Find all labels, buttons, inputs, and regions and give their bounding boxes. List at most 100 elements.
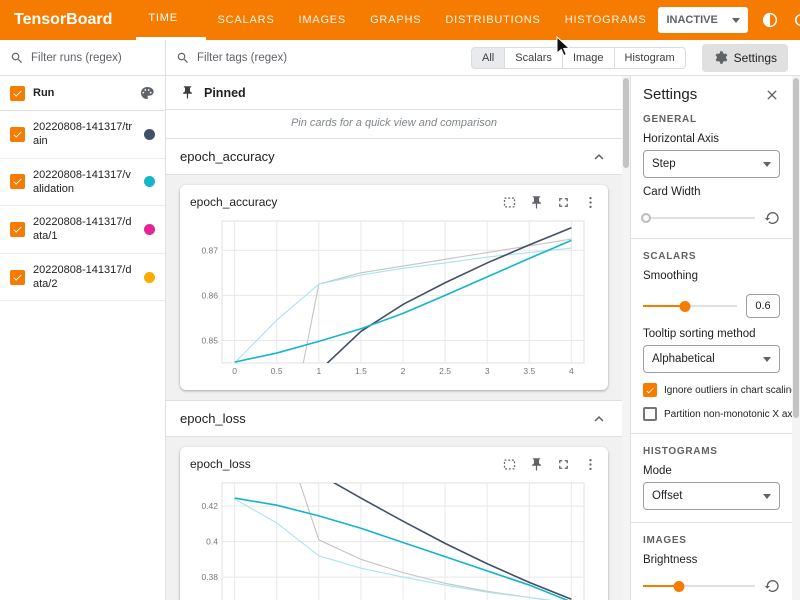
section-header-epoch-loss[interactable]: epoch_loss [166, 401, 622, 437]
run-checkbox[interactable] [10, 174, 25, 189]
chip-all[interactable]: All [471, 47, 505, 69]
divider [631, 433, 792, 434]
fit-domain-icon[interactable] [502, 457, 517, 472]
svg-text:2.5: 2.5 [439, 366, 451, 376]
pinned-title: Pinned [204, 86, 246, 100]
slider-thumb[interactable] [680, 301, 691, 312]
run-checkbox[interactable] [10, 222, 25, 237]
top-bar: TensorBoard TIME SERIES SCALARS IMAGES G… [0, 0, 800, 40]
section-header-epoch-accuracy[interactable]: epoch_accuracy [166, 139, 622, 175]
svg-text:1: 1 [316, 366, 321, 376]
tab-distributions[interactable]: DISTRIBUTIONS [433, 0, 552, 40]
histogram-mode-value: Offset [652, 490, 682, 502]
tags-filter-input[interactable]: Filter tags (regex) [176, 40, 459, 76]
gear-icon [713, 50, 728, 65]
fit-domain-icon[interactable] [502, 195, 517, 210]
svg-text:1.5: 1.5 [355, 366, 367, 376]
partition-x-axis-checkbox[interactable] [643, 407, 657, 421]
settings-scrollbar[interactable] [792, 76, 800, 600]
smoothing-value-input[interactable]: 0.6 [746, 294, 780, 318]
smoothing-label: Smoothing [643, 270, 780, 282]
run-row-validation[interactable]: 20220808-141317/validation [0, 159, 165, 207]
run-color-dot [144, 129, 155, 140]
run-checkbox[interactable] [10, 270, 25, 285]
svg-text:0.86: 0.86 [201, 290, 218, 300]
svg-text:0.4: 0.4 [206, 537, 218, 547]
refresh-icon[interactable] [792, 11, 800, 29]
svg-text:4: 4 [569, 366, 574, 376]
partition-x-axis-row[interactable]: Partition non-monotonic X axis [643, 407, 780, 421]
run-column-label: Run [33, 86, 131, 100]
run-row-data-1[interactable]: 20220808-141317/data/1 [0, 206, 165, 254]
svg-text:0.38: 0.38 [201, 572, 218, 582]
search-icon [10, 51, 24, 65]
epoch-loss-chart[interactable]: 00.511.522.533.540.360.380.40.42 [188, 477, 592, 600]
settings-button[interactable]: Settings [702, 44, 788, 72]
slider-thumb[interactable] [641, 213, 651, 223]
main-scrollbar-thumb[interactable] [623, 78, 629, 168]
pin-icon[interactable] [529, 195, 544, 210]
chip-scalars[interactable]: Scalars [504, 47, 563, 69]
close-icon[interactable] [764, 87, 780, 103]
run-checkbox[interactable] [10, 127, 25, 142]
card-actions [502, 195, 598, 210]
run-select-all-row[interactable]: Run [0, 76, 165, 111]
chevron-up-icon[interactable] [590, 148, 608, 166]
chip-image[interactable]: Image [562, 47, 615, 69]
tab-graphs[interactable]: GRAPHS [358, 0, 433, 40]
reset-icon[interactable] [764, 578, 780, 594]
tag-type-chips: All Scalars Image Histogram [471, 47, 686, 69]
status-dropdown[interactable]: INACTIVE [658, 7, 747, 33]
run-label: 20220808-141317/validation [33, 168, 136, 197]
chip-histogram[interactable]: Histogram [614, 47, 686, 69]
more-options-icon[interactable] [583, 195, 598, 210]
smoothing-slider-row: 0.6 [643, 294, 780, 318]
run-color-dot [144, 176, 155, 187]
chevron-up-icon[interactable] [590, 410, 608, 428]
more-options-icon[interactable] [583, 457, 598, 472]
run-row-data-2[interactable]: 20220808-141317/data/2 [0, 254, 165, 302]
header-actions: INACTIVE ? [658, 7, 800, 33]
general-heading: GENERAL [643, 114, 780, 125]
ignore-outliers-row[interactable]: Ignore outliers in chart scaling [643, 383, 780, 397]
lower-region: Pinned Pin cards for a quick view and co… [166, 76, 800, 600]
tooltip-sorting-select[interactable]: Alphabetical [643, 345, 780, 373]
fullscreen-icon[interactable] [556, 195, 571, 210]
card-actions [502, 457, 598, 472]
slider-thumb[interactable] [673, 581, 684, 592]
tab-histograms[interactable]: HISTOGRAMS [553, 0, 659, 40]
chevron-down-icon [763, 494, 771, 499]
pinned-section-header: Pinned [166, 76, 622, 110]
tab-time-series[interactable]: TIME SERIES [136, 0, 205, 40]
run-row-train[interactable]: 20220808-141317/train [0, 111, 165, 159]
pin-icon[interactable] [529, 457, 544, 472]
theme-toggle-icon[interactable] [761, 11, 779, 29]
smoothing-slider[interactable] [643, 305, 737, 307]
tab-images[interactable]: IMAGES [286, 0, 358, 40]
svg-text:3.5: 3.5 [523, 366, 535, 376]
divider [631, 238, 792, 239]
settings-scrollbar-thumb[interactable] [793, 78, 799, 418]
ignore-outliers-checkbox[interactable] [643, 383, 657, 397]
main-scrollbar[interactable] [622, 76, 630, 600]
svg-text:2: 2 [401, 366, 406, 376]
select-all-checkbox[interactable] [10, 86, 25, 101]
epoch-accuracy-chart[interactable]: 00.511.522.533.540.850.860.87 [188, 215, 592, 383]
runs-filter-input[interactable]: Filter runs (regex) [0, 40, 165, 76]
section-title: epoch_loss [180, 411, 246, 426]
histogram-mode-select[interactable]: Offset [643, 482, 780, 510]
chevron-down-icon [763, 162, 771, 167]
status-dropdown-value: INACTIVE [666, 14, 717, 26]
tab-scalars[interactable]: SCALARS [206, 0, 287, 40]
reset-icon[interactable] [764, 210, 780, 226]
chevron-down-icon [732, 18, 740, 23]
cards-scroll-area: Pinned Pin cards for a quick view and co… [166, 76, 622, 600]
fullscreen-icon[interactable] [556, 457, 571, 472]
app-logo[interactable]: TensorBoard [0, 11, 126, 29]
settings-panel-header: Settings [643, 86, 780, 103]
brightness-slider[interactable] [643, 585, 755, 587]
right-column: Filter tags (regex) All Scalars Image Hi… [166, 40, 800, 600]
card-width-slider[interactable] [643, 217, 755, 219]
palette-icon[interactable] [139, 85, 155, 101]
horizontal-axis-select[interactable]: Step [643, 150, 780, 178]
